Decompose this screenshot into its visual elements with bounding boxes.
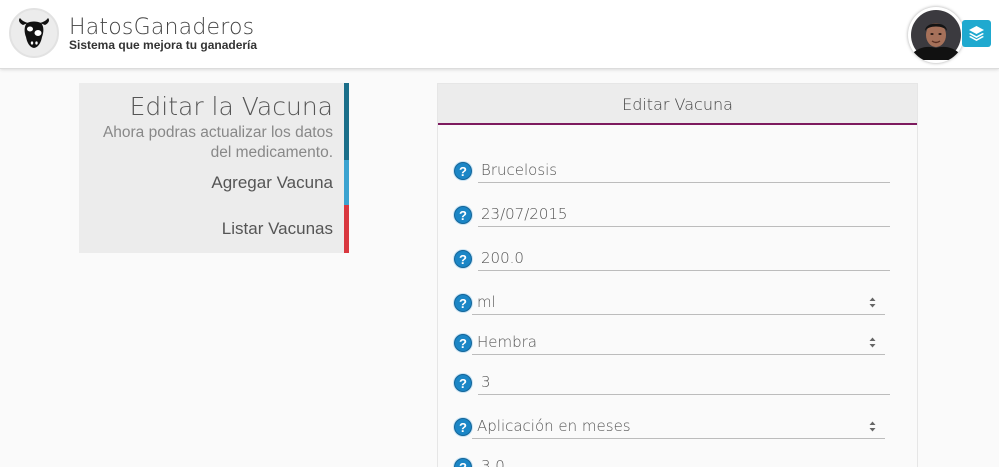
sex-select[interactable]: Hembra bbox=[472, 332, 885, 355]
sidebar-add-bar bbox=[344, 160, 349, 205]
brand-title[interactable]: HatosGanaderos bbox=[69, 15, 254, 40]
field-sex: ? Hembra bbox=[454, 332, 894, 360]
sex-select-value: Hembra bbox=[477, 333, 537, 351]
field-date: ? 23/07/2015 bbox=[454, 204, 894, 232]
application-input[interactable]: 3 bbox=[478, 372, 890, 395]
user-avatar[interactable] bbox=[908, 7, 964, 63]
help-icon[interactable]: ? bbox=[454, 294, 472, 312]
layers-icon bbox=[969, 26, 984, 41]
edit-vaccine-form: Editar Vacuna ? Brucelosis ? 23/07/2015 … bbox=[437, 83, 918, 467]
help-icon[interactable]: ? bbox=[454, 206, 472, 224]
help-icon[interactable]: ? bbox=[454, 250, 472, 268]
sidebar-item-add[interactable]: Agregar Vacuna bbox=[79, 160, 349, 205]
brand-logo[interactable] bbox=[9, 8, 59, 58]
user-avatar-icon bbox=[911, 10, 961, 60]
field-application: ? 3 bbox=[454, 372, 894, 400]
help-icon[interactable]: ? bbox=[454, 458, 472, 467]
help-icon[interactable]: ? bbox=[454, 374, 472, 392]
sidebar-item-list[interactable]: Listar Vacunas bbox=[79, 205, 349, 253]
sidebar-title: Editar la Vacuna bbox=[129, 92, 333, 121]
sidebar-description-1: Ahora podras actualizar los datos bbox=[102, 124, 333, 141]
sidebar-list-bar bbox=[344, 205, 349, 253]
cow-head-icon bbox=[19, 18, 49, 48]
help-icon[interactable]: ? bbox=[454, 334, 472, 352]
form-title: Editar Vacuna bbox=[438, 84, 917, 125]
field-dose: ? 200.0 bbox=[454, 248, 894, 276]
field-unit: ? ml bbox=[454, 292, 894, 320]
unit-select-value: ml bbox=[477, 293, 496, 311]
application-unit-select[interactable]: Aplicación en meses bbox=[472, 416, 885, 439]
field-extra: ? 3.0 bbox=[454, 456, 894, 467]
select-arrows-icon bbox=[869, 337, 876, 348]
layers-button[interactable] bbox=[962, 20, 991, 47]
sidebar-header-bar bbox=[344, 83, 349, 160]
top-header: HatosGanaderos Sistema que mejora tu gan… bbox=[0, 0, 999, 69]
unit-select[interactable]: ml bbox=[472, 292, 885, 315]
help-icon[interactable]: ? bbox=[454, 418, 472, 436]
vaccine-name-input[interactable]: Brucelosis bbox=[478, 160, 890, 183]
vaccine-dose-input[interactable]: 200.0 bbox=[478, 248, 890, 271]
field-name: ? Brucelosis bbox=[454, 160, 894, 188]
sidebar-panel: Editar la Vacuna Ahora podras actualizar… bbox=[79, 83, 349, 253]
sidebar-header: Editar la Vacuna Ahora podras actualizar… bbox=[79, 83, 349, 161]
select-arrows-icon bbox=[869, 421, 876, 432]
vaccine-date-input[interactable]: 23/07/2015 bbox=[478, 204, 890, 227]
sidebar-add-label[interactable]: Agregar Vacuna bbox=[211, 173, 333, 192]
select-arrows-icon bbox=[869, 297, 876, 308]
brand-subtitle: Sistema que mejora tu ganadería bbox=[69, 38, 258, 52]
sidebar-list-label[interactable]: Listar Vacunas bbox=[222, 219, 333, 238]
extra-input[interactable]: 3.0 bbox=[478, 456, 890, 467]
help-icon[interactable]: ? bbox=[454, 162, 472, 180]
application-unit-value: Aplicación en meses bbox=[477, 417, 631, 435]
field-application-unit: ? Aplicación en meses bbox=[454, 416, 894, 444]
